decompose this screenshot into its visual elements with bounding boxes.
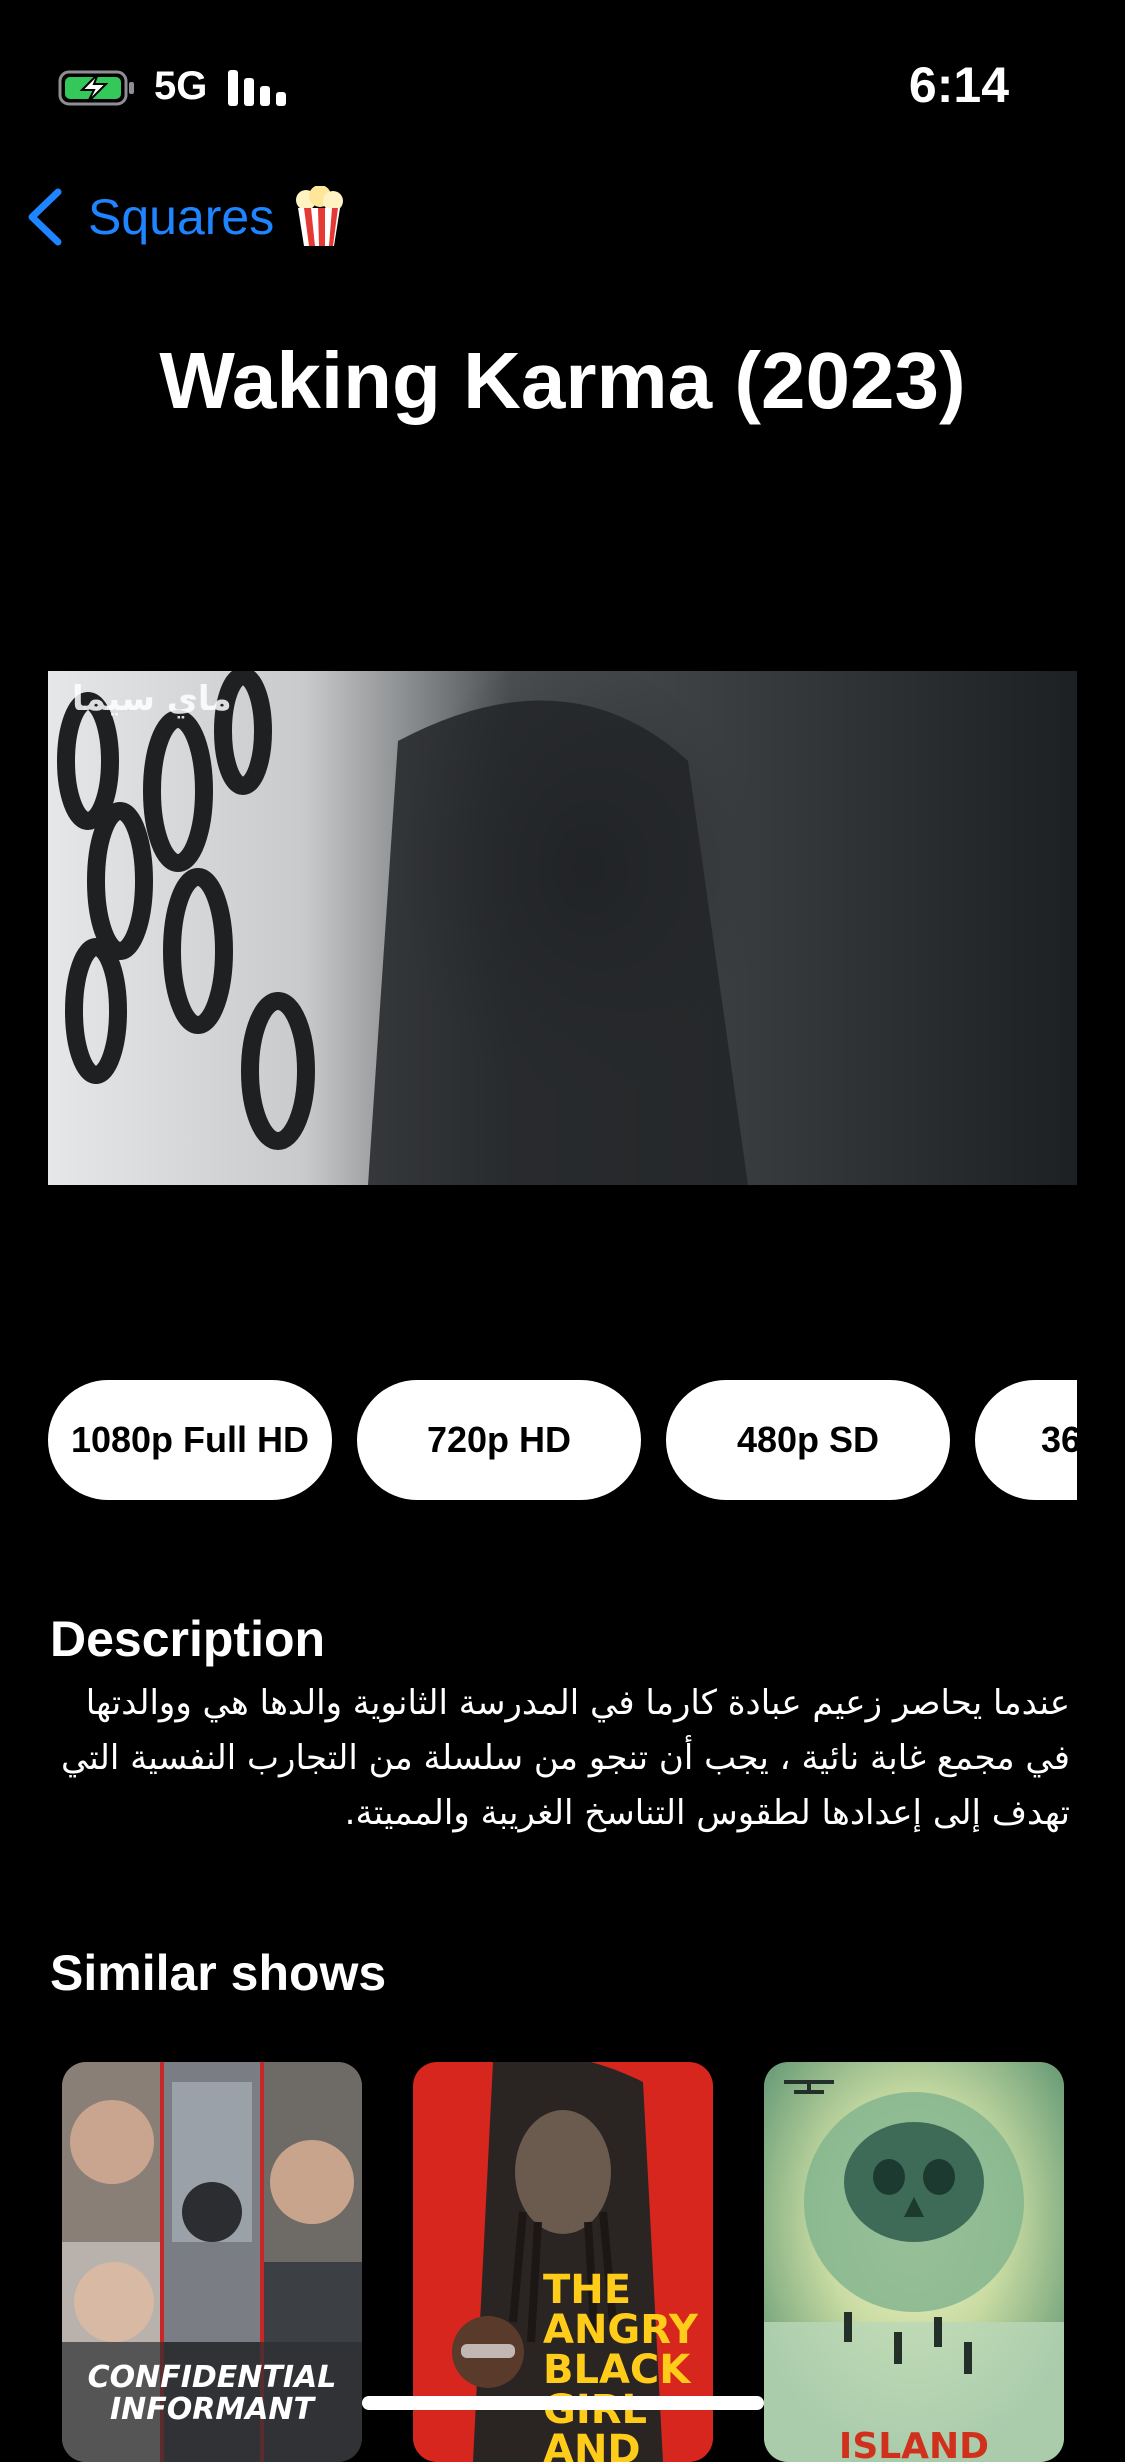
- similar-show-poster[interactable]: ISLAND: [764, 2062, 1064, 2462]
- video-watermark: ماي سيما: [72, 679, 232, 719]
- quality-1080p-button[interactable]: 1080p Full HD: [48, 1380, 332, 1500]
- quality-360p-button[interactable]: 360p: [975, 1380, 1077, 1500]
- poster-title: ISLAND: [838, 2426, 990, 2462]
- chevron-left-icon: [28, 188, 62, 246]
- home-indicator[interactable]: [362, 2396, 764, 2410]
- similar-show-poster[interactable]: CONFIDENTIAL INFORMANT: [62, 2062, 362, 2462]
- description-text: عندما يحاصر زعيم عبادة كارما في المدرسة …: [60, 1683, 1070, 1833]
- video-frame: [48, 671, 1077, 1185]
- quality-720p-button[interactable]: 720p HD: [357, 1380, 641, 1500]
- poster-art: [764, 2062, 1064, 2462]
- back-label: Squares: [88, 189, 275, 245]
- network-type: 5G: [154, 64, 208, 108]
- video-player[interactable]: ماي سيما: [48, 671, 1077, 1185]
- similar-shows-heading: Similar shows: [50, 1945, 387, 2001]
- clock: 6:14: [908, 57, 1009, 113]
- battery-charging-icon: [58, 70, 134, 106]
- poster-title: CONFIDENTIAL INFORMANT: [87, 2360, 337, 2427]
- description-heading: Description: [50, 1611, 326, 1667]
- quality-selector: 1080p Full HD 720p HD 480p SD 360p: [48, 1380, 1077, 1500]
- page-title: Waking Karma (2023): [159, 336, 966, 425]
- poster-title: THE ANGRY BLACK GIRL AND HER MONSTER: [543, 2267, 698, 2462]
- back-button[interactable]: Squares: [24, 182, 346, 252]
- status-bar: 5G 6:14: [0, 0, 1125, 180]
- quality-480p-button[interactable]: 480p SD: [666, 1380, 950, 1500]
- signal-bars-icon: [228, 70, 286, 106]
- popcorn-icon: [296, 186, 344, 246]
